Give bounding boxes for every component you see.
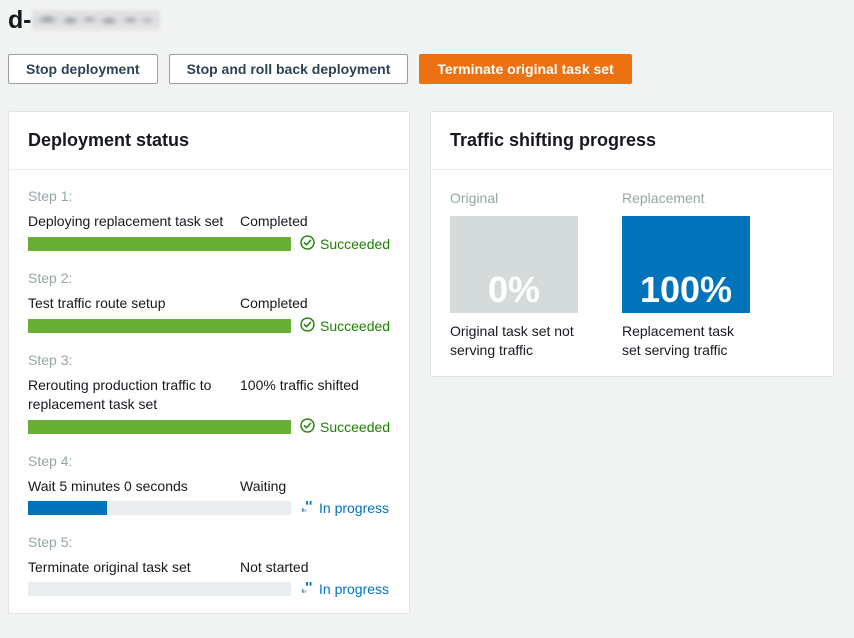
step-progress-row: In progress bbox=[28, 500, 390, 516]
traffic-shifting-title: Traffic shifting progress bbox=[450, 130, 656, 151]
step-label: Step 2: bbox=[28, 270, 390, 287]
step-name: Rerouting production traffic to replacem… bbox=[28, 376, 240, 414]
traffic-shifting-panel-header: Traffic shifting progress bbox=[431, 112, 833, 170]
traffic-percent-value: 100% bbox=[640, 272, 732, 308]
stop-deployment-button[interactable]: Stop deployment bbox=[8, 54, 158, 84]
page-title-text: d- bbox=[8, 5, 31, 35]
deployment-status-panel: Deployment status Step 1: Deploying repl… bbox=[8, 111, 410, 614]
step-result-label: Succeeded bbox=[320, 237, 390, 251]
step-name: Deploying replacement task set bbox=[28, 212, 240, 231]
step-status: Waiting bbox=[240, 477, 390, 496]
step-result: Succeeded bbox=[300, 235, 390, 252]
step-status: 100% traffic shifted bbox=[240, 376, 390, 395]
step-result: Succeeded bbox=[300, 317, 390, 334]
check-circle-icon bbox=[300, 317, 315, 334]
deployment-step: Step 2: Test traffic route setup Complet… bbox=[28, 270, 390, 334]
step-progress-bar bbox=[28, 237, 291, 251]
traffic-column-heading: Replacement bbox=[622, 190, 750, 207]
step-result-label: In progress bbox=[319, 501, 389, 515]
step-progress-fill bbox=[28, 319, 291, 333]
step-progress-bar bbox=[28, 582, 291, 596]
deployment-step: Step 3: Rerouting production traffic to … bbox=[28, 352, 390, 435]
traffic-column-replacement: Replacement 100% Replacement task set se… bbox=[622, 190, 750, 360]
step-label: Step 4: bbox=[28, 453, 390, 470]
redacted-deployment-id bbox=[32, 10, 160, 31]
deployment-status-panel-header: Deployment status bbox=[9, 112, 409, 170]
traffic-percent-box: 0% bbox=[450, 216, 578, 313]
step-result-label: In progress bbox=[319, 582, 389, 596]
page-title: d- bbox=[8, 4, 160, 36]
step-detail-row: Deploying replacement task set Completed bbox=[28, 212, 390, 231]
spinner-icon bbox=[300, 581, 314, 597]
step-detail-row: Terminate original task set Not started bbox=[28, 558, 390, 577]
traffic-column-caption: Replacement task set serving traffic bbox=[622, 322, 750, 360]
step-result-label: Succeeded bbox=[320, 319, 390, 333]
traffic-percent-value: 0% bbox=[488, 272, 540, 308]
step-progress-bar bbox=[28, 319, 291, 333]
step-status: Completed bbox=[240, 294, 390, 313]
step-progress-row: In progress bbox=[28, 581, 390, 597]
step-result-label: Succeeded bbox=[320, 420, 390, 434]
deployment-status-title: Deployment status bbox=[28, 130, 189, 151]
traffic-column-original: Original 0% Original task set not servin… bbox=[450, 190, 578, 360]
step-progress-bar bbox=[28, 420, 291, 434]
step-name: Terminate original task set bbox=[28, 558, 240, 577]
step-status: Not started bbox=[240, 558, 390, 577]
step-result: In progress bbox=[300, 581, 389, 597]
spinner-icon bbox=[300, 500, 314, 516]
step-name: Test traffic route setup bbox=[28, 294, 240, 313]
step-progress-row: Succeeded bbox=[28, 317, 390, 334]
deployment-step: Step 5: Terminate original task set Not … bbox=[28, 534, 390, 597]
traffic-percent-box: 100% bbox=[622, 216, 750, 313]
step-label: Step 5: bbox=[28, 534, 390, 551]
traffic-column-heading: Original bbox=[450, 190, 578, 207]
panels-container: Deployment status Step 1: Deploying repl… bbox=[8, 111, 846, 614]
traffic-shifting-panel: Traffic shifting progress Original 0% Or… bbox=[430, 111, 834, 377]
step-result: Succeeded bbox=[300, 418, 390, 435]
step-detail-row: Test traffic route setup Completed bbox=[28, 294, 390, 313]
step-progress-fill bbox=[28, 237, 291, 251]
step-progress-row: Succeeded bbox=[28, 418, 390, 435]
step-progress-bar bbox=[28, 501, 291, 515]
step-result: In progress bbox=[300, 500, 389, 516]
step-detail-row: Wait 5 minutes 0 seconds Waiting bbox=[28, 477, 390, 496]
deployment-step: Step 4: Wait 5 minutes 0 seconds Waiting bbox=[28, 453, 390, 516]
traffic-column-caption: Original task set not serving traffic bbox=[450, 322, 578, 360]
step-status: Completed bbox=[240, 212, 390, 231]
action-button-group: Stop deployment Stop and roll back deplo… bbox=[8, 54, 632, 84]
step-label: Step 1: bbox=[28, 188, 390, 205]
step-name: Wait 5 minutes 0 seconds bbox=[28, 477, 240, 496]
deployment-status-panel-body: Step 1: Deploying replacement task set C… bbox=[9, 170, 409, 613]
step-progress-fill bbox=[28, 420, 291, 434]
step-progress-row: Succeeded bbox=[28, 235, 390, 252]
check-circle-icon bbox=[300, 235, 315, 252]
deployment-step: Step 1: Deploying replacement task set C… bbox=[28, 188, 390, 252]
traffic-shifting-panel-body: Original 0% Original task set not servin… bbox=[431, 170, 833, 376]
step-progress-fill bbox=[28, 501, 107, 515]
check-circle-icon bbox=[300, 418, 315, 435]
step-detail-row: Rerouting production traffic to replacem… bbox=[28, 376, 390, 414]
traffic-columns: Original 0% Original task set not servin… bbox=[450, 188, 814, 360]
stop-and-roll-back-deployment-button[interactable]: Stop and roll back deployment bbox=[169, 54, 409, 84]
terminate-original-task-set-button[interactable]: Terminate original task set bbox=[419, 54, 631, 84]
step-label: Step 3: bbox=[28, 352, 390, 369]
